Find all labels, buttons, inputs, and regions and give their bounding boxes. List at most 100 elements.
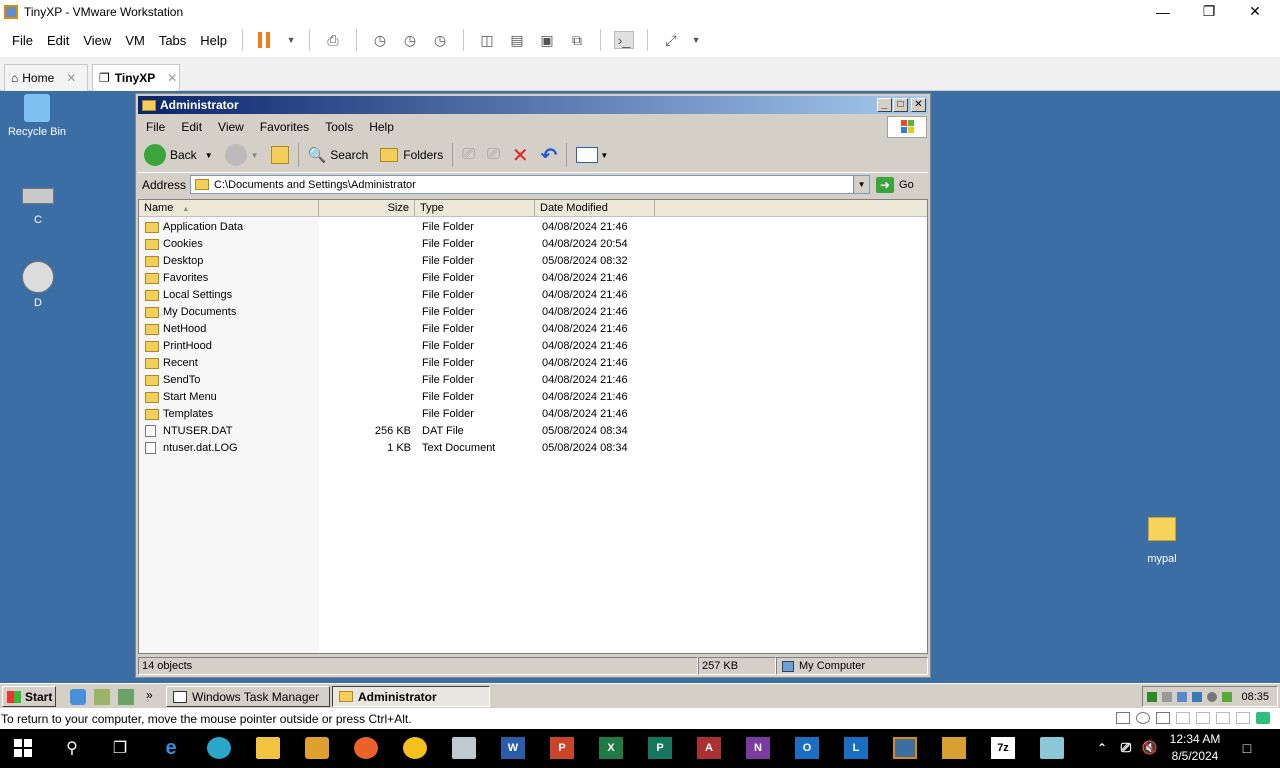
internet-explorer-icon[interactable]: e (159, 737, 183, 759)
chevron-down-icon[interactable]: ▼ (691, 31, 701, 49)
back-button[interactable]: Back ▼ (138, 144, 219, 166)
send-ctrl-alt-del-icon[interactable]: ⎙ (323, 31, 343, 49)
7zip-icon[interactable]: 7z (991, 737, 1015, 759)
host-menu-tabs[interactable]: Tabs (152, 33, 193, 48)
search-icon[interactable]: ⚲ (60, 737, 84, 759)
recycle-quick-launch-icon[interactable] (94, 689, 110, 705)
chevron-down-icon[interactable]: ▼ (853, 176, 870, 193)
full-screen-icon[interactable]: ▣ (537, 31, 557, 49)
vmware-icon[interactable] (893, 737, 917, 759)
host-menu-help[interactable]: Help (193, 33, 234, 48)
menu-tools[interactable]: Tools (317, 120, 361, 134)
thumbnail-bar-icon[interactable]: ▤ (507, 31, 527, 49)
folders-button[interactable]: Folders (374, 148, 449, 162)
lync-icon[interactable]: L (844, 737, 868, 759)
tools-quick-launch-icon[interactable] (118, 689, 134, 705)
network-device-icon[interactable] (1156, 712, 1170, 724)
host-menu-view[interactable]: View (76, 33, 118, 48)
file-row[interactable]: Application Data File Folder 04/08/2024 21… (139, 219, 659, 236)
restore-icon[interactable]: ❐ (1186, 0, 1232, 23)
snapshot-icon[interactable]: ◷ (370, 31, 390, 49)
notepad-icon[interactable] (1040, 737, 1064, 759)
pause-icon[interactable] (256, 31, 276, 49)
onenote-icon[interactable]: N (746, 737, 770, 759)
host-clock[interactable]: 12:34 AM 8/5/2024 (1163, 731, 1227, 765)
tray-icon[interactable] (1192, 691, 1203, 702)
chevron-right-icon[interactable]: » (146, 688, 153, 702)
file-row[interactable]: NTUSER.DAT 256 KB DAT File 05/08/2024 08:34 (139, 423, 659, 440)
snapshot-manager-icon[interactable]: ◷ (430, 31, 450, 49)
chevron-down-icon[interactable]: ▼ (286, 31, 296, 49)
file-row[interactable]: Templates File Folder 04/08/2024 21:46 (139, 406, 659, 423)
file-row[interactable]: Favorites File Folder 04/08/2024 21:46 (139, 270, 659, 287)
copy-to-button[interactable]: ⎚ (481, 146, 506, 164)
tray-icon[interactable] (1222, 691, 1233, 702)
tray-icon[interactable] (1207, 691, 1218, 702)
powerpoint-icon[interactable]: P (550, 737, 574, 759)
desktop-icon-recycle-bin[interactable]: Recycle Bin (0, 94, 77, 138)
file-row[interactable]: Start Menu File Folder 04/08/2024 21:46 (139, 389, 659, 406)
up-folder-button[interactable] (265, 146, 295, 164)
close-icon[interactable]: ✕ (167, 71, 177, 85)
tray-icon[interactable] (1147, 691, 1158, 702)
revert-snapshot-icon[interactable]: ◷ (400, 31, 420, 49)
host-menu-edit[interactable]: Edit (40, 33, 76, 48)
excel-icon[interactable]: X (599, 737, 623, 759)
windows-start-icon[interactable] (11, 737, 35, 759)
delete-button[interactable]: ✕ (506, 143, 535, 168)
task-view-icon[interactable]: ❐ (108, 737, 132, 759)
file-row[interactable]: Desktop File Folder 05/08/2024 08:32 (139, 253, 659, 270)
cd-device-icon[interactable] (1136, 712, 1150, 724)
file-row[interactable]: Recent File Folder 04/08/2024 21:46 (139, 355, 659, 372)
chevron-down-icon[interactable]: ▼ (251, 151, 259, 160)
sound-device-icon[interactable] (1196, 712, 1210, 724)
forward-button[interactable]: ▼ (219, 144, 265, 166)
library-view-icon[interactable]: ◫ (477, 31, 497, 49)
column-header-type[interactable]: Type (415, 200, 535, 217)
column-header-name[interactable]: Name ▲ (139, 200, 319, 217)
printer-device-icon[interactable] (1176, 712, 1190, 724)
file-row[interactable]: NetHood File Folder 04/08/2024 21:46 (139, 321, 659, 338)
close-icon[interactable]: ✕ (1232, 0, 1278, 23)
desktop-icon-c-drive[interactable]: C (0, 184, 78, 226)
hdd-device-icon[interactable] (1116, 712, 1130, 724)
network-icon[interactable]: ⎚ (1114, 737, 1138, 759)
firefox-icon[interactable] (354, 737, 378, 759)
views-button[interactable]: ▼ (570, 147, 614, 163)
close-icon[interactable]: ✕ (66, 71, 76, 85)
menu-favorites[interactable]: Favorites (252, 120, 317, 134)
tray-icon[interactable] (1162, 691, 1173, 702)
menu-help[interactable]: Help (361, 120, 402, 134)
address-input[interactable]: C:\Documents and Settings\Administrator … (190, 175, 871, 194)
display-device-icon[interactable] (1236, 712, 1250, 724)
unity-icon[interactable]: ⧉ (567, 31, 587, 49)
tab-tinyxp[interactable]: ❐ TinyXP ✕ (92, 64, 180, 91)
minimize-icon[interactable]: — (1140, 0, 1186, 23)
column-header-size[interactable]: Size (319, 200, 415, 217)
minimize-icon[interactable]: _ (877, 98, 892, 112)
menu-edit[interactable]: Edit (173, 120, 210, 134)
file-row[interactable]: PrintHood File Folder 04/08/2024 21:46 (139, 338, 659, 355)
usb-device-icon[interactable] (1216, 712, 1230, 724)
close-icon[interactable]: ✕ (911, 98, 926, 112)
move-to-button[interactable]: ⎚ (456, 146, 481, 164)
file-row[interactable]: ntuser.dat.LOG 1 KB Text Document 05/08/202… (139, 440, 659, 457)
notifications-icon[interactable]: □ (1235, 737, 1259, 759)
maximize-icon[interactable]: □ (893, 98, 908, 112)
word-icon[interactable]: W (501, 737, 525, 759)
file-row[interactable]: Local Settings File Folder 04/08/2024 21:4… (139, 287, 659, 304)
chevron-down-icon[interactable]: ▼ (205, 151, 213, 160)
go-button[interactable]: ➜ Go (876, 176, 914, 193)
media-player-icon[interactable] (305, 737, 329, 759)
task-administrator[interactable]: Administrator (332, 686, 490, 707)
undo-button[interactable]: ↶ (535, 143, 564, 168)
app-icon[interactable] (452, 737, 476, 759)
chrome-icon[interactable] (403, 737, 427, 759)
stretch-icon[interactable]: ⤢ (661, 31, 681, 49)
app-icon[interactable] (942, 737, 966, 759)
column-header-date-modified[interactable]: Date Modified (535, 200, 655, 217)
message-log-icon[interactable] (1256, 712, 1270, 724)
outlook-icon[interactable]: O (795, 737, 819, 759)
task-windows-task-manager[interactable]: Windows Task Manager (166, 686, 330, 707)
chevron-up-icon[interactable]: ⌃ (1090, 737, 1114, 759)
